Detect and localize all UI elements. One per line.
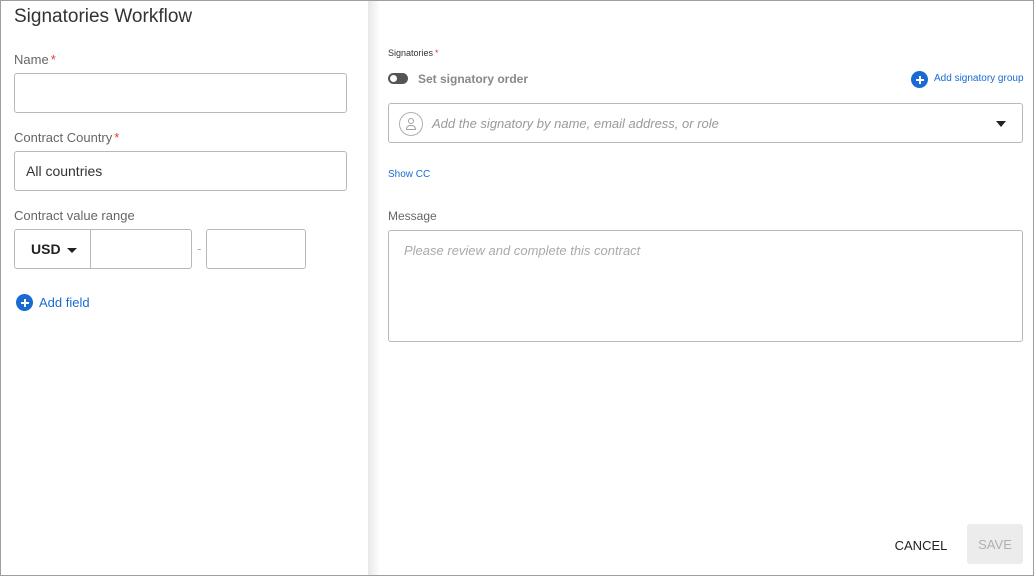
add-signatory-group-label: Add signatory group bbox=[934, 73, 1024, 84]
name-label: Name * bbox=[14, 52, 56, 67]
plus-circle-icon bbox=[911, 71, 928, 88]
currency-select[interactable]: USD bbox=[14, 229, 91, 269]
contract-country-label: Contract Country * bbox=[14, 130, 120, 145]
name-field[interactable] bbox=[14, 73, 347, 113]
contract-country-value: All countries bbox=[26, 163, 103, 179]
signatory-order-label: Set signatory order bbox=[418, 72, 529, 86]
contract-country-field[interactable]: All countries bbox=[14, 151, 347, 191]
signatory-order-toggle[interactable] bbox=[388, 73, 408, 84]
range-max-input[interactable] bbox=[206, 229, 306, 269]
currency-value: USD bbox=[31, 241, 61, 257]
toggle-knob bbox=[390, 75, 397, 82]
caret-down-icon[interactable] bbox=[996, 121, 1006, 127]
signatories-label: Signatories * bbox=[388, 48, 439, 58]
panel-divider bbox=[368, 1, 380, 575]
show-cc-link[interactable]: Show CC bbox=[388, 169, 430, 180]
range-separator: - bbox=[197, 241, 202, 256]
required-mark: * bbox=[435, 48, 439, 58]
signatory-placeholder: Add the signatory by name, email address… bbox=[432, 116, 719, 131]
cancel-button[interactable]: CANCEL bbox=[885, 526, 957, 564]
plus-circle-icon bbox=[16, 294, 33, 311]
message-placeholder: Please review and complete this contract bbox=[404, 243, 641, 258]
required-mark: * bbox=[50, 52, 56, 67]
required-mark: * bbox=[114, 130, 120, 145]
left-panel: Signatories Workflow Name * Contract Coun… bbox=[1, 1, 368, 575]
message-label: Message bbox=[388, 209, 437, 223]
save-button[interactable]: SAVE bbox=[967, 524, 1023, 564]
add-field-label: Add field bbox=[39, 295, 90, 310]
message-textarea[interactable]: Please review and complete this contract bbox=[388, 230, 1023, 342]
workflow-dialog: Signatories Workflow Name * Contract Coun… bbox=[0, 0, 1034, 576]
contract-value-range-label: Contract value range bbox=[14, 208, 135, 223]
signatory-search-input[interactable]: Add the signatory by name, email address… bbox=[388, 103, 1023, 143]
person-icon bbox=[399, 112, 423, 136]
page-title: Signatories Workflow bbox=[14, 6, 193, 27]
caret-down-icon bbox=[67, 248, 77, 253]
range-min-input[interactable] bbox=[90, 229, 192, 269]
